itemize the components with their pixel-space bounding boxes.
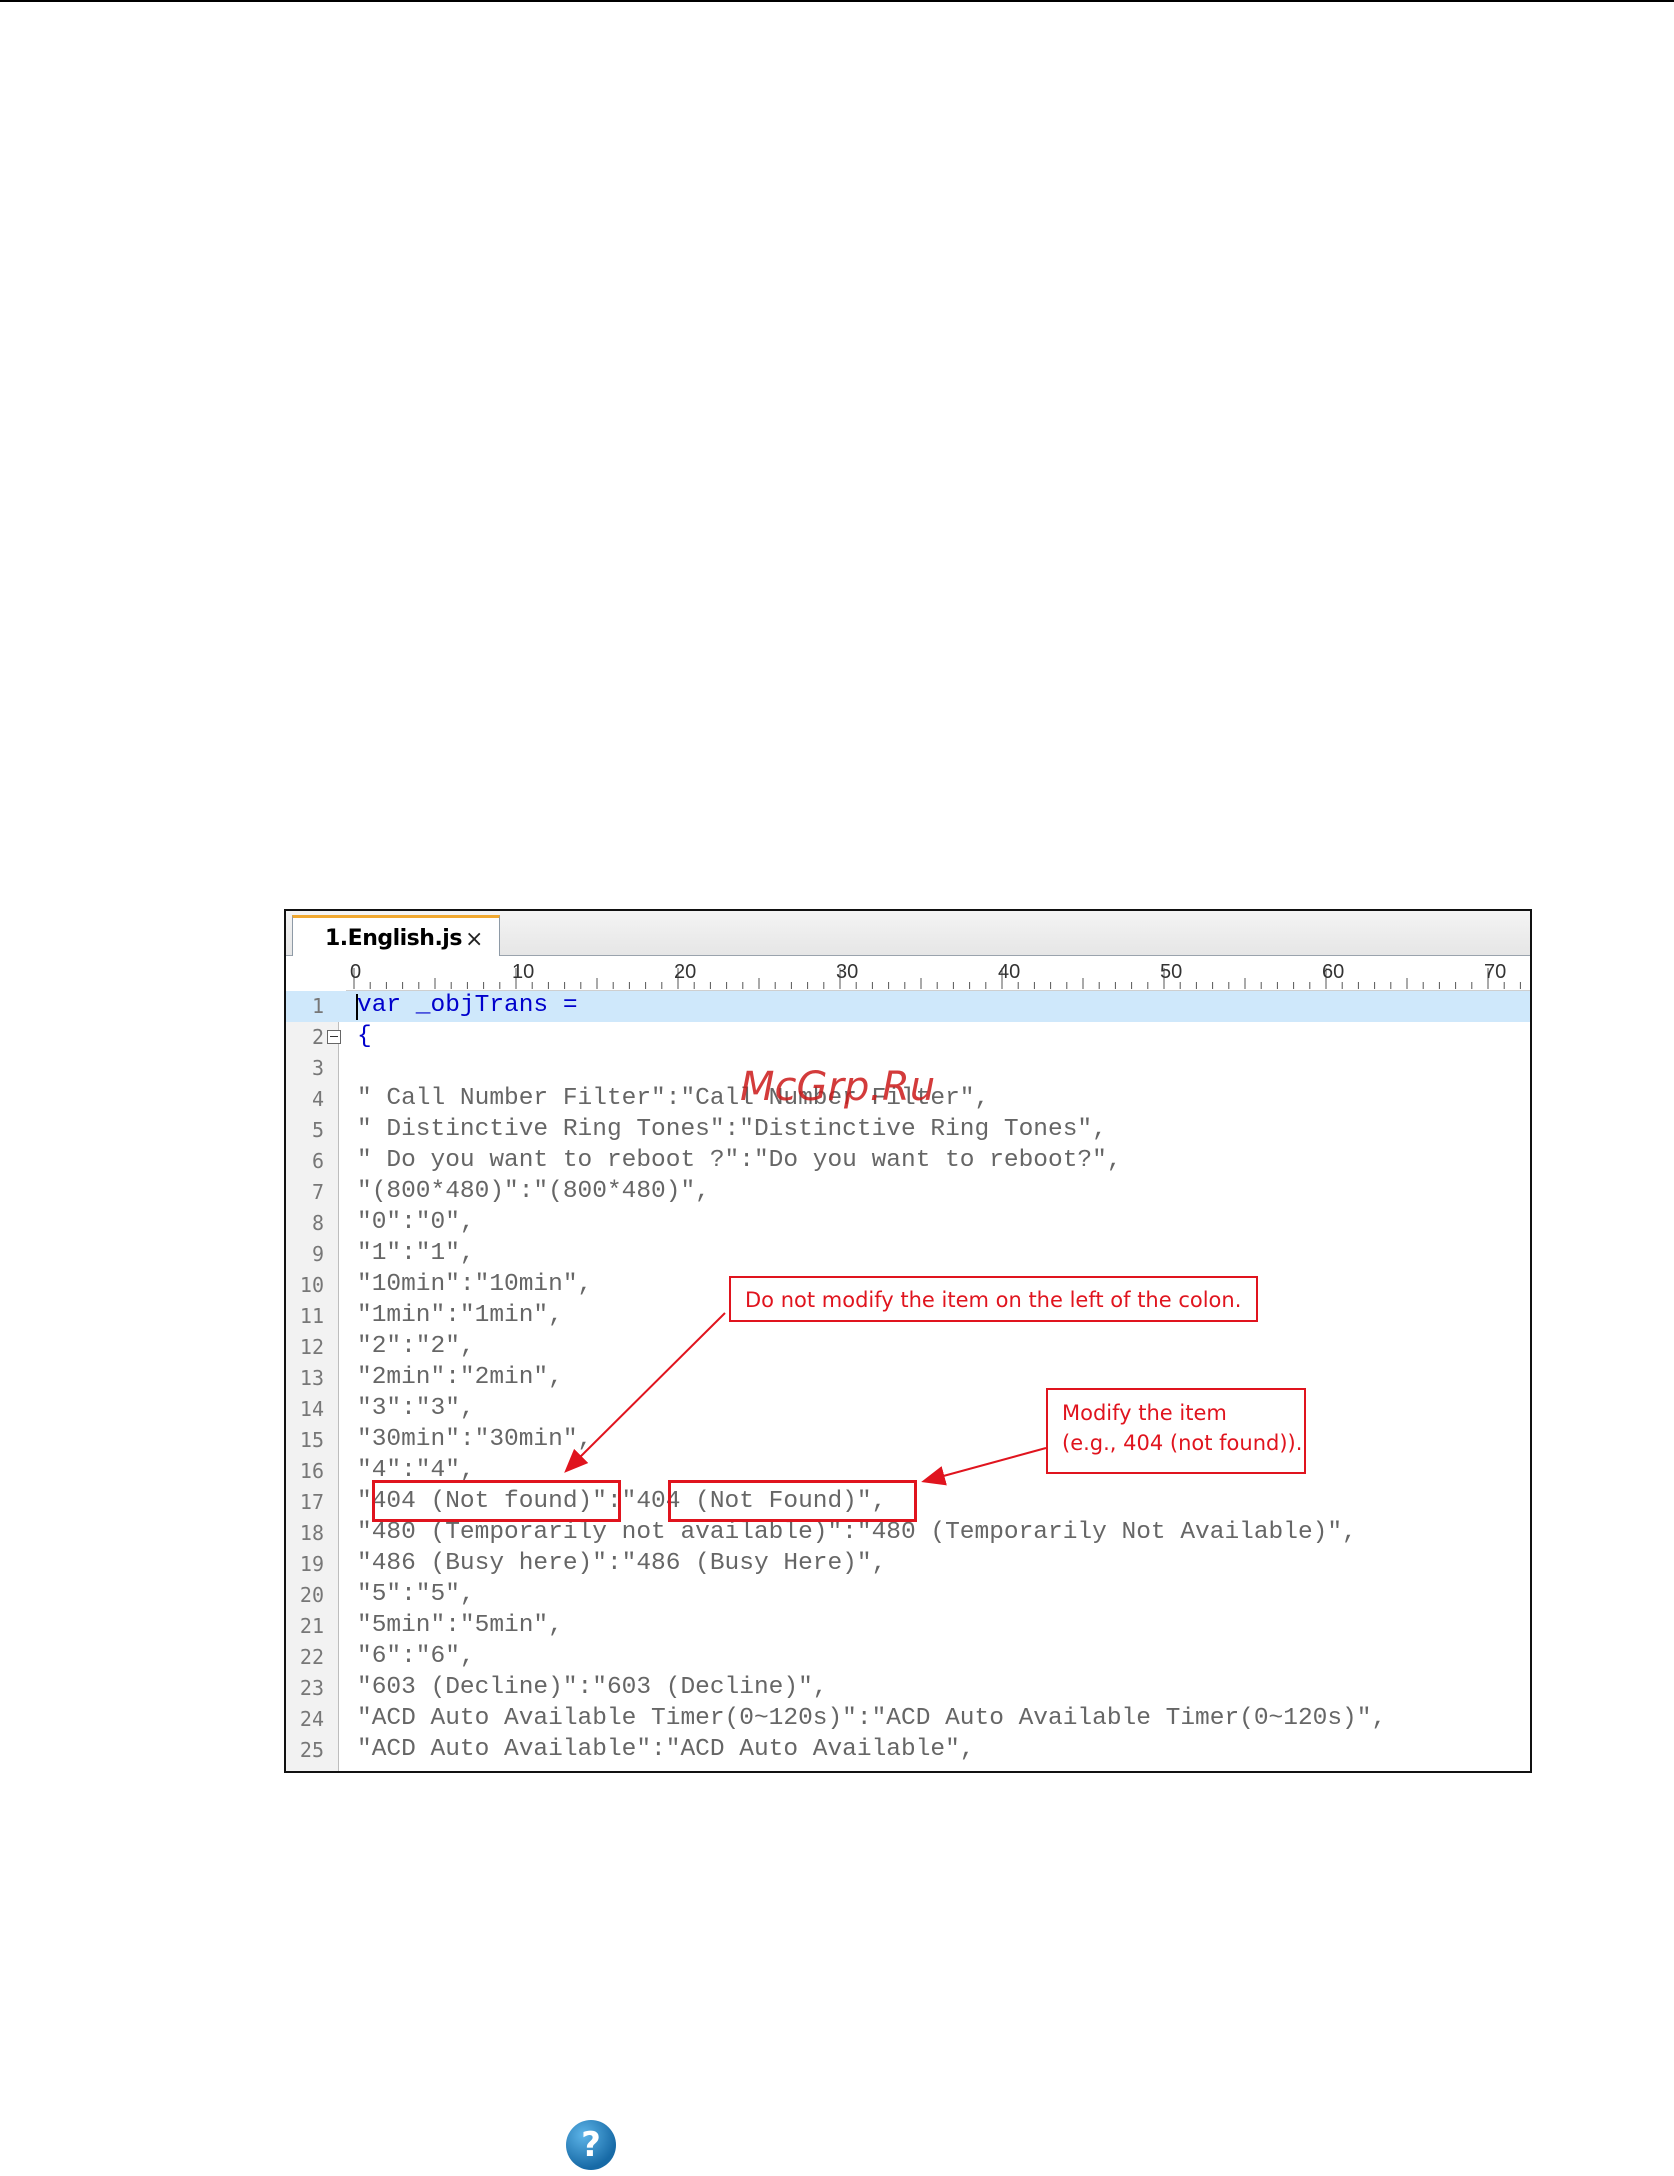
annotation-arrows [564,1312,1047,1486]
arrow-left [564,1312,726,1473]
arrow-right [921,1447,1047,1486]
help-icon[interactable]: ? [566,2120,616,2170]
